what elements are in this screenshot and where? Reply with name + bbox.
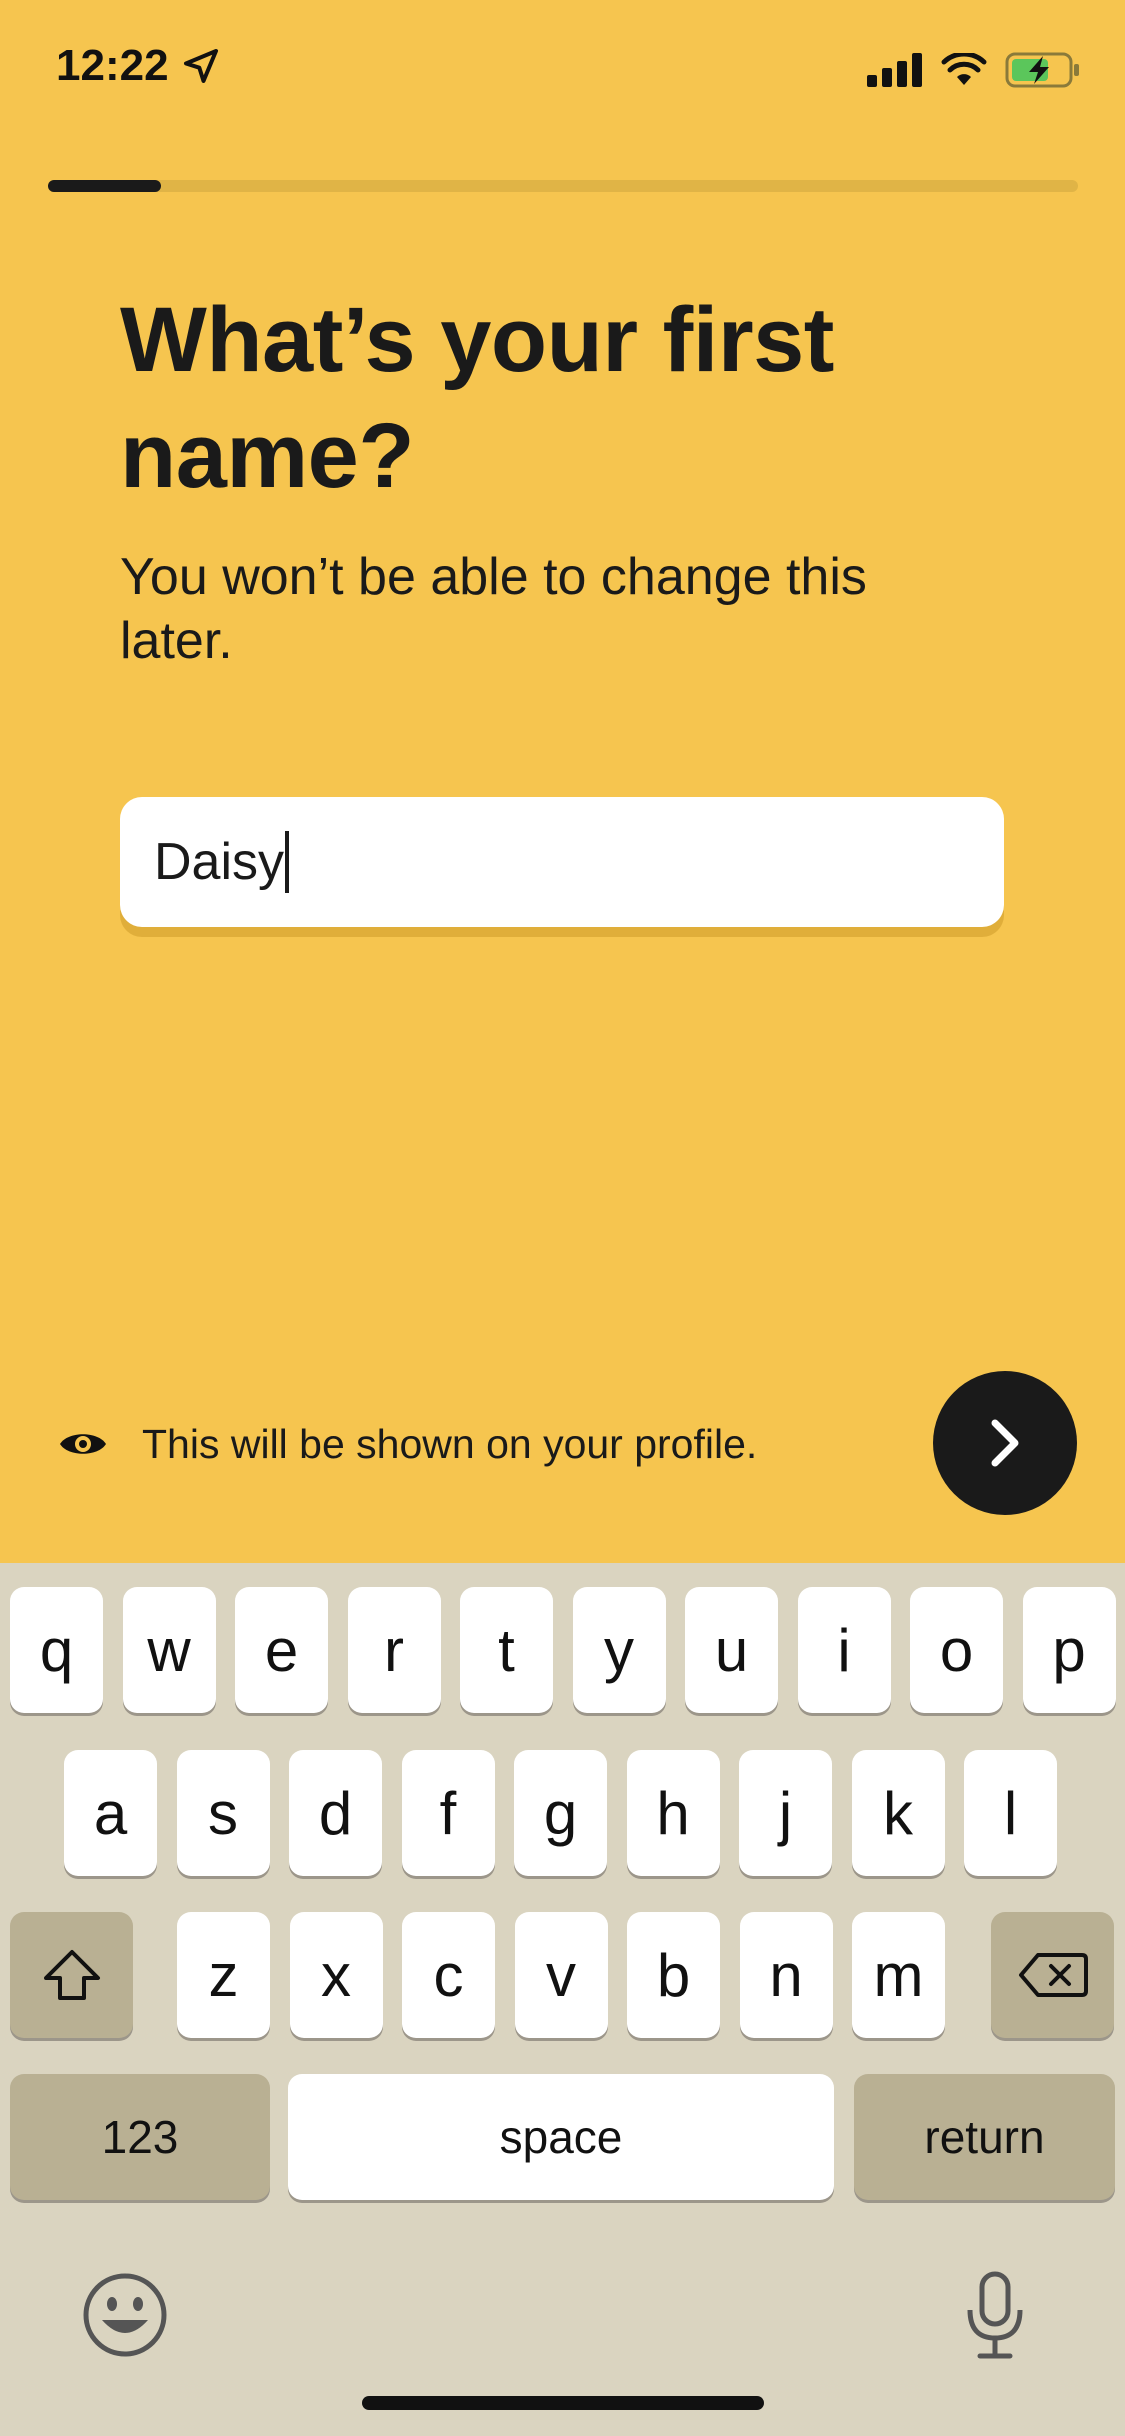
home-indicator [362, 2396, 764, 2410]
first-name-value: Daisy [154, 833, 285, 891]
status-bar-right [867, 44, 1081, 96]
key-u[interactable]: u [685, 1587, 778, 1713]
key-l[interactable]: l [964, 1750, 1057, 1876]
chevron-right-icon [991, 1419, 1019, 1467]
backspace-icon [1018, 1953, 1088, 1997]
wifi-icon [941, 53, 987, 85]
key-o[interactable]: o [910, 1587, 1003, 1713]
return-key[interactable]: return [854, 2074, 1115, 2200]
numbers-key[interactable]: 123 [10, 2074, 270, 2200]
cellular-signal-icon [867, 53, 922, 87]
backspace-key[interactable] [991, 1912, 1114, 2038]
key-j[interactable]: j [739, 1750, 832, 1876]
key-v[interactable]: v [514, 1912, 608, 2038]
key-f[interactable]: f [401, 1750, 495, 1876]
key-e[interactable]: e [235, 1587, 328, 1713]
location-arrow-icon [183, 49, 218, 83]
progress-fill [48, 180, 162, 192]
hint-text: This will be shown on your profile. [142, 1420, 758, 1467]
key-k[interactable]: k [851, 1750, 945, 1876]
emoji-icon[interactable] [80, 2270, 170, 2360]
key-i[interactable]: i [797, 1587, 891, 1713]
battery-charging-icon [1005, 52, 1079, 88]
key-s[interactable]: s [176, 1750, 270, 1876]
space-key[interactable]: space [288, 2074, 834, 2200]
eye-icon [60, 1434, 106, 1454]
next-button[interactable] [933, 1371, 1077, 1515]
key-t[interactable]: t [460, 1587, 553, 1713]
microphone-icon[interactable] [960, 2270, 1030, 2360]
key-n[interactable]: n [739, 1912, 833, 2038]
key-r[interactable]: r [347, 1587, 441, 1713]
key-g[interactable]: g [514, 1750, 607, 1876]
key-d[interactable]: d [289, 1750, 382, 1876]
onboarding-screen: 12:22 What’s your first name? You won’t … [0, 0, 1125, 2436]
key-q[interactable]: q [10, 1587, 103, 1713]
key-y[interactable]: y [572, 1587, 666, 1713]
first-name-input[interactable]: Daisy [120, 797, 1004, 927]
page-title: What’s your first name? [120, 289, 834, 507]
text-caret [285, 831, 290, 893]
status-time: 12:22 [56, 41, 169, 90]
key-b[interactable]: b [627, 1912, 720, 2038]
key-w[interactable]: w [122, 1587, 216, 1713]
shift-icon [43, 1950, 100, 2000]
key-p[interactable]: p [1022, 1587, 1116, 1713]
key-a[interactable]: a [64, 1750, 157, 1876]
shift-key[interactable] [10, 1912, 133, 2038]
status-bar-left: 12:22 [56, 36, 221, 96]
key-c[interactable]: c [402, 1912, 495, 2038]
key-z[interactable]: z [177, 1912, 270, 2038]
key-x[interactable]: x [289, 1912, 383, 2038]
progress-bar [48, 180, 1078, 192]
profile-visibility-hint: This will be shown on your profile. [58, 1404, 757, 1484]
key-m[interactable]: m [852, 1912, 945, 2038]
page-subtitle: You won’t be able to change this later. [120, 548, 867, 670]
key-h[interactable]: h [626, 1750, 720, 1876]
